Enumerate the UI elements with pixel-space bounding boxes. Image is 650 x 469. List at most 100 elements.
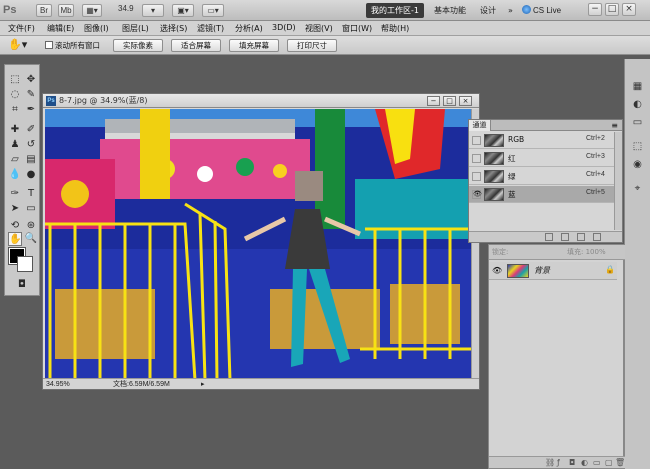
menu-3d[interactable]: 3D(D) [272, 23, 296, 32]
layer-row-background[interactable]: 👁 背景 🔒 [489, 262, 617, 280]
cs-live-button[interactable]: CS Live [522, 3, 561, 18]
tab-channels[interactable]: 通道 [469, 120, 491, 131]
zoom-readout[interactable]: 34.95% [46, 379, 70, 390]
new-layer-icon[interactable]: ▢ [605, 458, 613, 467]
hand-tool-icon[interactable]: ✋▾ [8, 38, 27, 51]
view-extras-button[interactable]: ▦▾ [82, 4, 102, 17]
3d-panel-icon[interactable]: ⬚ [630, 139, 645, 154]
menu-window[interactable]: 窗口(W) [342, 23, 372, 34]
channels-scrollbar[interactable] [614, 132, 622, 230]
3d-rotate-icon[interactable]: ⟲ [8, 219, 22, 233]
load-selection-icon[interactable] [545, 233, 553, 241]
zoom-dropdown-icon[interactable]: ▾ [142, 4, 164, 17]
shape-tool-icon[interactable]: ▭ [24, 202, 38, 216]
path-select-icon[interactable]: ➤ [8, 202, 22, 216]
doc-minimize-button[interactable]: − [427, 96, 440, 106]
background-color[interactable] [17, 256, 33, 272]
minibridge-icon[interactable]: Mb [58, 4, 74, 17]
delete-layer-icon[interactable]: 🗑 [615, 458, 625, 467]
workspace-active[interactable]: 我的工作区-1 [366, 3, 424, 18]
document-title-bar[interactable]: Ps 8-7.jpg @ 34.9%(蓝/8) − □ × [43, 94, 479, 108]
blur-tool-icon[interactable]: 💧 [8, 168, 22, 182]
menu-file[interactable]: 文件(F) [8, 23, 35, 34]
channel-visibility-toggle[interactable] [472, 136, 481, 145]
paths-panel-icon[interactable]: ⌖ [630, 181, 645, 196]
brush-tool-icon[interactable]: ✐ [24, 123, 38, 137]
menu-bar: 文件(F) 编辑(E) 图像(I) 图层(L) 选择(S) 滤镜(T) 分析(A… [0, 21, 650, 36]
eyedropper-tool-icon[interactable]: ✒ [24, 103, 38, 117]
channel-row-blue[interactable]: 👁 蓝 Ctrl+5 [469, 186, 614, 203]
zoom-tool-icon[interactable]: 🔍 [24, 232, 38, 246]
marquee-tool-icon[interactable]: ⬚ [8, 73, 22, 87]
screen-mode-button[interactable]: ▭▾ [202, 4, 224, 17]
pen-tool-icon[interactable]: ✑ [8, 187, 22, 201]
channel-visibility-toggle[interactable] [472, 172, 481, 181]
channels-panel-header: 通道 ≡ [469, 120, 622, 131]
color-panel-icon[interactable]: ▦ [630, 79, 645, 94]
new-channel-icon[interactable] [577, 233, 585, 241]
type-tool-icon[interactable]: T [24, 187, 38, 201]
channel-row-green[interactable]: 绿 Ctrl+4 [469, 168, 614, 185]
menu-analysis[interactable]: 分析(A) [235, 23, 263, 34]
doc-close-button[interactable]: × [459, 96, 472, 106]
print-size-button[interactable]: 打印尺寸 [287, 39, 337, 52]
scroll-all-windows-checkbox[interactable] [45, 41, 53, 49]
menu-help[interactable]: 帮助(H) [381, 23, 409, 34]
channel-shortcut: Ctrl+2 [586, 135, 605, 142]
delete-channel-icon[interactable] [593, 233, 601, 241]
quick-select-tool-icon[interactable]: ✎ [24, 88, 38, 102]
close-button[interactable]: × [622, 3, 636, 16]
workspace-essentials[interactable]: 基本功能 [434, 3, 466, 18]
menu-select[interactable]: 选择(S) [160, 23, 187, 34]
workspace-more-icon[interactable]: » [508, 3, 513, 18]
save-selection-icon[interactable] [561, 233, 569, 241]
swatches-panel-icon[interactable]: ◉ [630, 157, 645, 172]
status-menu-icon[interactable]: ▸ [201, 379, 205, 390]
add-mask-icon[interactable]: ◘ [569, 458, 575, 467]
channel-row-rgb[interactable]: RGB Ctrl+2 [469, 132, 614, 149]
move-tool-icon[interactable]: ✥ [24, 73, 38, 87]
fit-screen-button[interactable]: 适合屏幕 [171, 39, 221, 52]
hand-tool-icon[interactable]: ✋ [8, 232, 22, 246]
history-brush-icon[interactable]: ↺ [24, 138, 38, 152]
healing-brush-icon[interactable]: ✚ [8, 123, 22, 137]
crop-tool-icon[interactable]: ⌗ [8, 103, 22, 117]
channel-visibility-toggle[interactable] [472, 154, 481, 163]
arrange-documents-button[interactable]: ▣▾ [172, 4, 194, 17]
adjustments-panel-icon[interactable]: ◐ [630, 97, 645, 112]
menu-view[interactable]: 视图(V) [305, 23, 333, 34]
channel-thumbnail [484, 134, 504, 147]
gradient-tool-icon[interactable]: ▤ [24, 153, 38, 167]
eye-icon[interactable]: 👁 [492, 266, 502, 275]
maximize-button[interactable]: □ [605, 3, 619, 16]
layer-style-icon[interactable]: ƒ [557, 458, 560, 467]
clone-stamp-icon[interactable]: ♟ [8, 138, 22, 152]
adjustment-layer-icon[interactable]: ◐ [581, 458, 588, 467]
actual-pixels-button[interactable]: 实际像素 [113, 39, 163, 52]
menu-layer[interactable]: 图层(L) [122, 23, 149, 34]
new-group-icon[interactable]: ▭ [593, 458, 601, 467]
menu-filter[interactable]: 滤镜(T) [197, 23, 224, 34]
eraser-tool-icon[interactable]: ▱ [8, 153, 22, 167]
menu-image[interactable]: 图像(I) [84, 23, 109, 34]
fill-label[interactable]: 填充: 100% [567, 247, 606, 257]
zoom-level[interactable]: 34.9 [118, 4, 134, 13]
minimize-button[interactable]: − [588, 3, 602, 16]
workspace-design[interactable]: 设计 [480, 3, 496, 18]
3d-orbit-icon[interactable]: ⊛ [24, 219, 38, 233]
menu-edit[interactable]: 编辑(E) [47, 23, 74, 34]
dodge-tool-icon[interactable]: ● [24, 168, 38, 182]
lasso-tool-icon[interactable]: ◌ [8, 88, 22, 102]
panel-menu-icon[interactable]: ≡ [611, 120, 618, 131]
fill-screen-button[interactable]: 填充屏幕 [229, 39, 279, 52]
document-ps-icon: Ps [46, 96, 56, 106]
channel-row-red[interactable]: 红 Ctrl+3 [469, 150, 614, 167]
quick-mask-icon[interactable]: ◘ [15, 278, 29, 292]
eye-icon[interactable]: 👁 [472, 190, 482, 199]
bridge-icon[interactable]: Br [36, 4, 52, 17]
masks-panel-icon[interactable]: ▭ [630, 115, 645, 130]
image-canvas[interactable] [45, 109, 471, 380]
document-status-bar: 34.95% 文档:6.59M/6.59M ▸ [43, 378, 479, 389]
doc-maximize-button[interactable]: □ [443, 96, 456, 106]
link-layers-icon[interactable]: ⛓ [545, 458, 555, 467]
